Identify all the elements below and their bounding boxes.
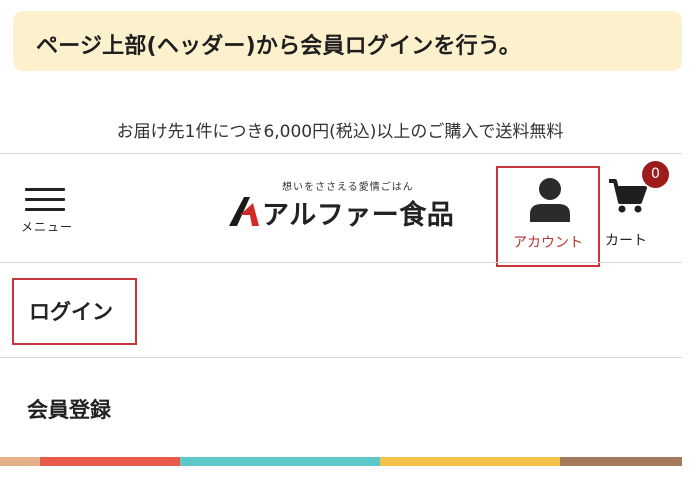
menu-divider	[0, 357, 682, 358]
register-menu-item[interactable]: 会員登録	[27, 394, 111, 424]
instruction-banner: ページ上部(ヘッダー)から会員ログインを行う。	[13, 11, 682, 71]
account-button[interactable]: アカウント	[496, 166, 600, 267]
login-menu-item[interactable]: ログイン	[12, 278, 137, 345]
page-content-peek	[0, 457, 682, 466]
site-logo[interactable]: 想いをささえる愛情ごはん アルファー食品	[226, 178, 461, 231]
cart-icon	[609, 179, 647, 213]
banner-text: ページ上部(ヘッダー)から会員ログインを行う。	[36, 34, 521, 59]
menu-button[interactable]: メニュー	[17, 184, 79, 239]
menu-label: メニュー	[21, 220, 74, 234]
header-bottom-divider	[0, 262, 682, 263]
shipping-notice: お届け先1件につき6,000円(税込)以上のご購入で送料無料	[116, 122, 564, 142]
alpha-logo-mark-icon	[229, 197, 259, 226]
logo-name: アルファー食品	[262, 200, 455, 231]
account-label: アカウント	[513, 235, 583, 251]
user-icon	[530, 178, 570, 222]
cart-button[interactable]: 0 カート	[603, 161, 675, 251]
login-label: ログイン	[29, 300, 113, 324]
cart-count-badge: 0	[642, 161, 669, 188]
logo-tagline: 想いをささえる愛情ごはん	[282, 182, 414, 193]
cart-label: カート	[605, 233, 647, 249]
header-top-divider	[0, 153, 682, 154]
